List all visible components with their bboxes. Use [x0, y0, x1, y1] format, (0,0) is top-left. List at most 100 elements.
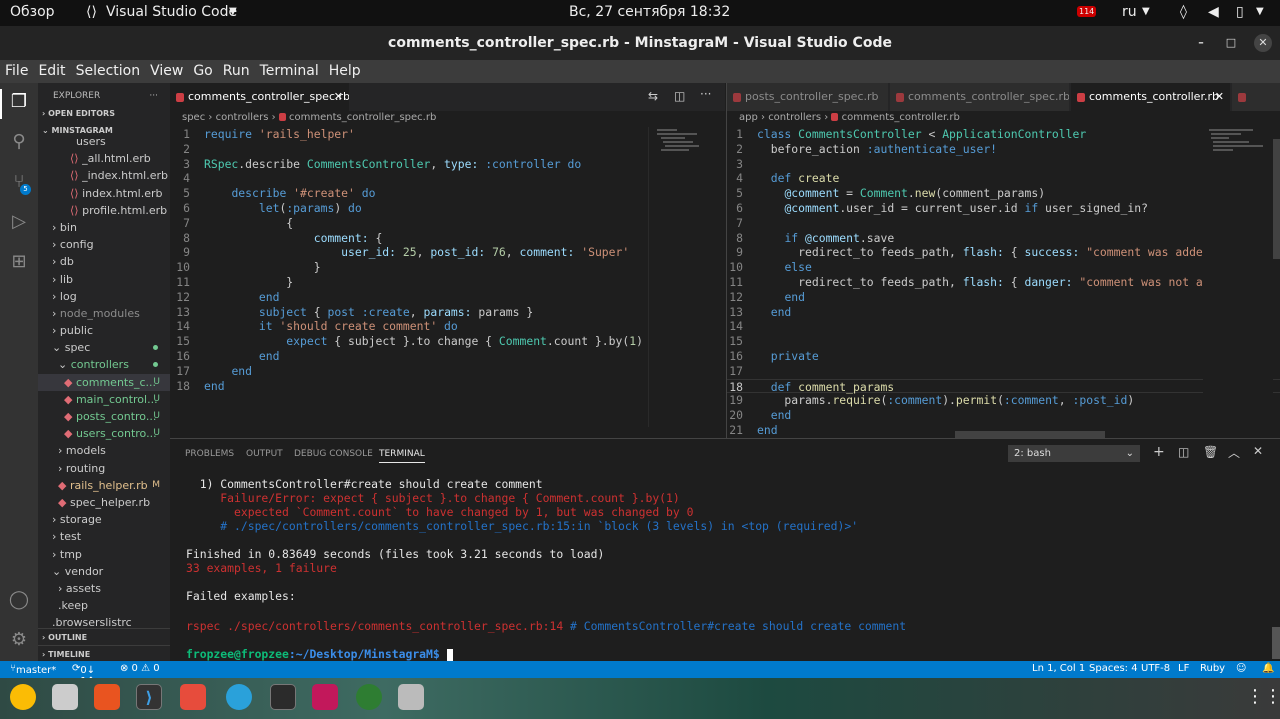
- app-menu[interactable]: Visual Studio Code: [106, 4, 237, 20]
- code-editor-left[interactable]: 1 require 'rails_helper' 2 3 RSpec.describ…: [170, 127, 725, 393]
- sync-indicator[interactable]: ⟳ 0↓ 1↑: [72, 663, 95, 687]
- terminal-prompt[interactable]: fropzee@fropzee:~/Desktop/MinstagraM$: [186, 647, 453, 661]
- menu-terminal[interactable]: Terminal: [255, 60, 324, 79]
- tree-item[interactable]: › db: [38, 253, 170, 270]
- crumb-controllers[interactable]: controllers: [768, 112, 821, 123]
- tree-item[interactable]: .keep: [38, 597, 170, 614]
- terminal-app-icon[interactable]: [270, 684, 296, 710]
- clock[interactable]: Вс, 27 сентября 18:32: [569, 4, 730, 20]
- tree-item[interactable]: ◆ rails_helper.rb M: [38, 477, 170, 494]
- eol[interactable]: LF: [1178, 663, 1189, 674]
- tab-posts-controller-spec[interactable]: posts_controller_spec.rb: [727, 83, 889, 111]
- software-center-icon[interactable]: [94, 684, 120, 710]
- extensions-icon[interactable]: ⊞: [8, 251, 30, 273]
- tab-output[interactable]: OUTPUT: [246, 449, 283, 459]
- split-terminal-icon[interactable]: ◫: [1178, 445, 1189, 459]
- close-icon[interactable]: ✕: [1254, 34, 1272, 52]
- tab-debug-console[interactable]: DEBUG CONSOLE: [294, 449, 373, 459]
- tree-item[interactable]: › public: [38, 322, 170, 339]
- crumb-file[interactable]: comments_controller.rb: [842, 112, 960, 123]
- tree-item[interactable]: › node_modules: [38, 305, 170, 322]
- maximize-panel-icon[interactable]: ︿: [1228, 444, 1240, 461]
- menu-run[interactable]: Run: [218, 60, 255, 79]
- trash-icon[interactable]: 🗑: [1203, 445, 1218, 459]
- tab-comments-controller-spec-right[interactable]: comments_controller_spec.rb: [890, 83, 1070, 111]
- menu-file[interactable]: File: [0, 60, 33, 79]
- outline-section[interactable]: › OUTLINE: [38, 628, 170, 645]
- close-tab-icon[interactable]: ✕: [334, 83, 343, 111]
- problems-indicator[interactable]: ⊗ 0 ⚠ 0: [120, 663, 160, 674]
- network-icon[interactable]: ◊: [1180, 4, 1187, 20]
- tab-comments-controller[interactable]: comments_controller.rb ✕: [1071, 83, 1231, 111]
- code-editor-right[interactable]: 1 class CommentsController < ApplicationC…: [727, 127, 1280, 438]
- minimap-right[interactable]: [1203, 127, 1273, 427]
- tree-item[interactable]: › assets: [38, 580, 170, 597]
- tree-item[interactable]: › test: [38, 528, 170, 545]
- tree-item[interactable]: › tmp: [38, 546, 170, 563]
- crumb-file[interactable]: comments_controller_spec.rb: [289, 112, 436, 123]
- terminal-select[interactable]: 2: bash ⌄: [1008, 445, 1140, 462]
- overview-button[interactable]: Обзор: [10, 4, 55, 20]
- more-actions-icon[interactable]: ···: [700, 87, 711, 101]
- tab-overflow[interactable]: [1232, 83, 1280, 111]
- encoding[interactable]: UTF-8: [1141, 663, 1170, 674]
- branch-indicator[interactable]: ⑂ master*: [10, 663, 56, 676]
- files-icon[interactable]: [52, 684, 78, 710]
- tree-item[interactable]: ⟨⟩ index.html.erb: [38, 185, 170, 202]
- minimap-left[interactable]: [648, 127, 724, 427]
- vscode-dock-icon[interactable]: ⟩: [136, 684, 162, 710]
- volume-icon[interactable]: ◀: [1208, 4, 1219, 20]
- tree-item[interactable]: ◆ users_contro... U: [38, 425, 170, 442]
- spotify-icon[interactable]: [356, 684, 382, 710]
- close-tab-icon[interactable]: ✕: [1215, 83, 1224, 111]
- tree-item[interactable]: › config: [38, 236, 170, 253]
- crumb-controllers[interactable]: controllers: [216, 112, 269, 123]
- compare-icon[interactable]: ⇆: [648, 89, 658, 103]
- horizontal-scrollbar[interactable]: [955, 431, 1105, 438]
- bell-icon[interactable]: 🔔: [1262, 663, 1274, 674]
- crumb-app[interactable]: app: [739, 112, 758, 123]
- cursor-position[interactable]: Ln 1, Col 1: [1032, 663, 1085, 674]
- minimize-icon[interactable]: –: [1192, 34, 1210, 52]
- language-indicator[interactable]: ru: [1122, 4, 1137, 20]
- tab-comments-controller-spec[interactable]: comments_controller_spec.rb ✕: [170, 83, 350, 111]
- tree-item[interactable]: ⌄ spec: [38, 339, 170, 356]
- telegram-icon[interactable]: [226, 684, 252, 710]
- crumb-spec[interactable]: spec: [182, 112, 205, 123]
- tree-item[interactable]: ⌄ controllers: [38, 356, 170, 373]
- tree-item[interactable]: ◆ comments_c... U: [38, 373, 170, 391]
- split-editor-icon[interactable]: ◫: [674, 89, 685, 103]
- tree-item[interactable]: users: [38, 133, 170, 150]
- tree-item[interactable]: ⟨⟩ _index.html.erb: [38, 167, 170, 184]
- tree-item[interactable]: › bin: [38, 219, 170, 236]
- tree-item[interactable]: › log: [38, 288, 170, 305]
- menu-edit[interactable]: Edit: [33, 60, 70, 79]
- tree-item[interactable]: ◆ main_control... U: [38, 391, 170, 408]
- menu-selection[interactable]: Selection: [71, 60, 146, 79]
- maximize-icon[interactable]: □: [1222, 34, 1240, 52]
- tree-item[interactable]: ⌄ vendor: [38, 563, 170, 580]
- tree-item[interactable]: › models: [38, 442, 170, 459]
- language-mode[interactable]: Ruby: [1200, 663, 1225, 674]
- tree-item[interactable]: ◆ spec_helper.rb: [38, 494, 170, 511]
- timeline-section[interactable]: › TIMELINE: [38, 645, 170, 661]
- explorer-icon[interactable]: ❐: [8, 91, 30, 113]
- menu-go[interactable]: Go: [188, 60, 217, 79]
- tree-item[interactable]: › routing: [38, 460, 170, 477]
- tree-item[interactable]: ⟨⟩ profile.html.erb: [38, 202, 170, 219]
- more-actions-icon[interactable]: ···: [149, 83, 158, 109]
- tab-problems[interactable]: PROBLEMS: [185, 449, 234, 459]
- tree-item[interactable]: › lib: [38, 271, 170, 288]
- close-panel-icon[interactable]: ✕: [1253, 444, 1263, 458]
- notification-badge[interactable]: 114: [1077, 6, 1097, 17]
- anydesk-icon[interactable]: [180, 684, 206, 710]
- chrome-icon[interactable]: [10, 684, 36, 710]
- terminal-scrollbar[interactable]: [1272, 627, 1280, 659]
- rubymine-icon[interactable]: [312, 684, 338, 710]
- screenshot-icon[interactable]: [398, 684, 424, 710]
- tree-item[interactable]: ◆ posts_contro... U: [38, 408, 170, 425]
- app-grid-icon[interactable]: ⋮⋮: [1246, 684, 1280, 710]
- search-icon[interactable]: ⚲: [8, 131, 30, 153]
- account-icon[interactable]: ◯: [8, 589, 30, 611]
- new-terminal-icon[interactable]: +: [1153, 444, 1165, 460]
